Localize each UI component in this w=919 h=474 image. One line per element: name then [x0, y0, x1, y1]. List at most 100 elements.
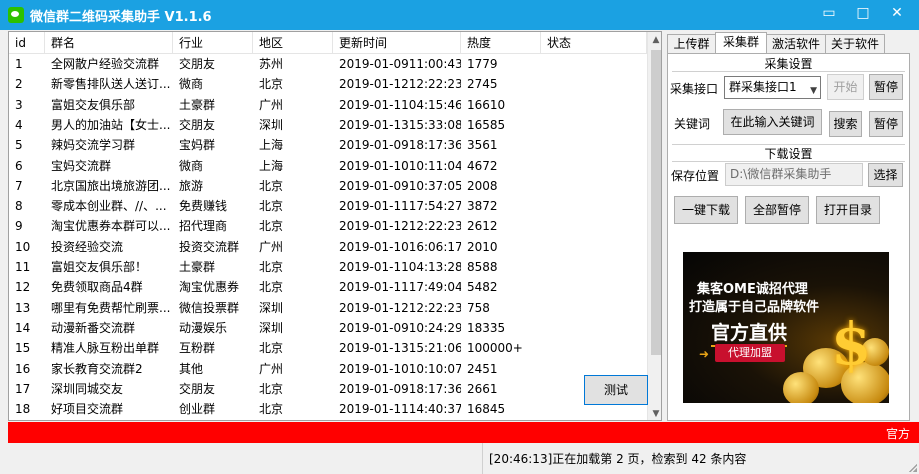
- column-header-id[interactable]: id: [9, 32, 45, 54]
- choose-folder-button[interactable]: 选择: [868, 163, 903, 187]
- cell-update-time: 2019-01-0918:17:36: [339, 381, 461, 396]
- column-header-region[interactable]: 地区: [253, 32, 333, 54]
- table-row[interactable]: 10 投资经验交流 投资交流群 广州 2019-01-1016:06:17 2010: [9, 237, 647, 258]
- cell-industry: 动漫娱乐: [179, 320, 228, 335]
- table-row[interactable]: 7 北京国旅出境旅游团... 旅游 北京 2019-01-0910:37:05 2008: [9, 176, 647, 197]
- cell-update-time: 2019-01-1315:21:06: [339, 341, 461, 356]
- scroll-down-icon[interactable]: ▼: [648, 406, 661, 420]
- table-row[interactable]: 2 新零售排队送人送订... 微商 北京 2019-01-1212:22:23 2745: [9, 74, 647, 95]
- table-row[interactable]: 18 好项目交流群 创业群 北京 2019-01-1114:40:37 16845: [9, 399, 647, 420]
- cell-industry: 淘宝优惠券: [179, 280, 240, 295]
- one-click-download-button[interactable]: 一键下载: [674, 196, 738, 224]
- table-row[interactable]: 14 动漫新番交流群 动漫娱乐 深圳 2019-01-0910:24:29 18335: [9, 318, 647, 339]
- cell-industry: 微商: [179, 158, 204, 173]
- table-row[interactable]: 3 富姐交友俱乐部 土豪群 广州 2019-01-1104:15:46 16610: [9, 95, 647, 116]
- tab-upload-group[interactable]: 上传群: [667, 34, 716, 54]
- cell-region: 深圳: [259, 320, 284, 335]
- cell-status: [541, 135, 647, 156]
- save-path-field[interactable]: D:\微信群采集助手: [725, 163, 863, 186]
- cell-status: [541, 338, 647, 359]
- tab-about-software[interactable]: 关于软件: [825, 34, 885, 54]
- title-bar: 微信群二维码采集助手 V1.1.6 ▭ □ ✕: [0, 0, 919, 30]
- cell-industry: 其他: [179, 361, 204, 376]
- table-row[interactable]: 15 精准人脉互粉出单群 互粉群 北京 2019-01-1315:21:06 100000…: [9, 338, 647, 359]
- cell-industry: 互粉群: [179, 341, 216, 356]
- search-button[interactable]: 搜索: [829, 111, 862, 137]
- cell-popularity: 2612: [467, 219, 498, 234]
- cell-region: 广州: [259, 97, 284, 112]
- table-row[interactable]: 13 哪里有免费帮忙刷票... 微信投票群 深圳 2019-01-1212:22:23 7…: [9, 298, 647, 319]
- cell-popularity: 2010: [467, 239, 498, 254]
- cell-industry: 招代理商: [179, 219, 228, 234]
- keyword-label: 关键词: [674, 117, 711, 131]
- table-row[interactable]: 1 全网散户经验交流群 交朋友 苏州 2019-01-0911:00:43 1779: [9, 54, 647, 75]
- cell-region: 北京: [259, 402, 284, 417]
- scroll-thumb[interactable]: [651, 50, 661, 355]
- table-row[interactable]: 6 宝妈交流群 微商 上海 2019-01-1010:11:04 4672: [9, 156, 647, 177]
- column-header-status[interactable]: 状态: [541, 32, 647, 54]
- table-row[interactable]: 16 家长教育交流群2 其他 广州 2019-01-1010:10:07 2451: [9, 359, 647, 380]
- cell-industry: 土豪群: [179, 97, 216, 112]
- cell-name: 免费领取商品4群: [51, 280, 143, 295]
- column-header-popularity[interactable]: 热度: [461, 32, 541, 54]
- cell-update-time: 2019-01-1010:11:04: [339, 158, 461, 173]
- table-row[interactable]: 12 免费领取商品4群 淘宝优惠券 北京 2019-01-1117:49:04 5482: [9, 277, 647, 298]
- cell-region: 北京: [259, 260, 284, 274]
- maximize-button[interactable]: □: [846, 0, 880, 26]
- cell-update-time: 2019-01-1212:22:23: [339, 219, 461, 234]
- cell-region: 北京: [259, 178, 284, 193]
- cell-region: 苏州: [259, 57, 284, 71]
- table-scrollbar[interactable]: ▲ ▼: [647, 32, 661, 420]
- test-button[interactable]: 测试: [584, 375, 648, 405]
- cell-update-time: 2019-01-1117:49:04: [339, 280, 461, 295]
- table-row[interactable]: 9 淘宝优惠券本群可以... 招代理商 北京 2019-01-1212:22:23 261…: [9, 216, 647, 237]
- cell-status: [541, 298, 647, 319]
- column-header-industry[interactable]: 行业: [173, 32, 253, 54]
- cell-name: 富姐交友俱乐部！: [51, 260, 148, 274]
- table-row[interactable]: 17 深圳同城交友 交朋友 北京 2019-01-0918:17:36 2661: [9, 379, 647, 400]
- cell-update-time: 2019-01-1212:22:23: [339, 300, 461, 315]
- table-row[interactable]: 5 辣妈交流学习群 宝妈群 上海 2019-01-0918:17:36 3561: [9, 135, 647, 156]
- api-label: 采集接口: [670, 82, 719, 96]
- table-row[interactable]: 8 零成本创业群、//、... 免费赚钱 北京 2019-01-1117:54:27 38…: [9, 196, 647, 217]
- close-button[interactable]: ✕: [880, 0, 914, 26]
- cell-id: 3: [15, 97, 23, 112]
- cell-id: 10: [15, 239, 31, 254]
- cell-update-time: 2019-01-1114:40:37: [339, 402, 461, 417]
- resize-grip-icon[interactable]: [907, 462, 917, 472]
- cell-update-time: 2019-01-0910:24:29: [339, 320, 461, 335]
- cell-id: 18: [15, 402, 31, 417]
- agent-join-button[interactable]: 代理加盟: [715, 344, 785, 362]
- keyword-input-button[interactable]: 在此输入关键词: [723, 109, 822, 135]
- table-row[interactable]: 11 富姐交友俱乐部！ 土豪群 北京 2019-01-1104:13:28 8588: [9, 257, 647, 278]
- download-divider: [672, 161, 905, 162]
- cell-name: 精准人脉互粉出单群: [51, 341, 160, 356]
- pause-button[interactable]: 暂停: [869, 74, 903, 100]
- cell-name: 北京国旅出境旅游团...: [51, 178, 171, 193]
- tab-activate-software[interactable]: 激活软件: [766, 34, 826, 54]
- ad-banner[interactable]: $ 集客OME诚招代理 打造属于自己品牌软件 官方直供 ➜ 代理加盟: [683, 252, 889, 403]
- cell-update-time: 2019-01-0911:00:43: [339, 57, 461, 71]
- cell-region: 上海: [259, 158, 284, 173]
- column-header-name[interactable]: 群名: [45, 32, 173, 54]
- table-row[interactable]: 4 男人的加油站【女士... 交朋友 深圳 2019-01-1315:33:08 1658…: [9, 115, 647, 136]
- cell-update-time: 2019-01-0918:17:36: [339, 138, 461, 153]
- cell-popularity: 758: [467, 300, 490, 315]
- minimize-button[interactable]: ▭: [812, 0, 846, 26]
- start-button[interactable]: 开始: [827, 74, 864, 100]
- column-header-update-time[interactable]: 更新时间: [333, 32, 461, 54]
- ad-line-2: 打造属于自己品牌软件: [689, 300, 820, 315]
- pause-all-button[interactable]: 全部暂停: [745, 196, 809, 224]
- api-select[interactable]: 群采集接口1 ▼: [724, 76, 821, 99]
- cell-status: [541, 277, 647, 298]
- arrow-right-icon: ➜: [699, 347, 710, 361]
- cell-name: 辣妈交流学习群: [51, 138, 136, 153]
- pause-keyword-button[interactable]: 暂停: [869, 111, 903, 137]
- group-table[interactable]: id 群名 行业 地区 更新时间 热度 状态 1 全网散户经验交流群 交朋友 苏州 20…: [8, 31, 662, 421]
- tab-collect-group[interactable]: 采集群: [715, 32, 767, 54]
- cell-update-time: 2019-01-1104:13:28: [339, 260, 461, 274]
- cell-name: 零成本创业群、//、...: [51, 199, 167, 214]
- scroll-up-icon[interactable]: ▲: [648, 32, 661, 48]
- cell-name: 家长教育交流群2: [51, 361, 143, 376]
- open-folder-button[interactable]: 打开目录: [816, 196, 880, 224]
